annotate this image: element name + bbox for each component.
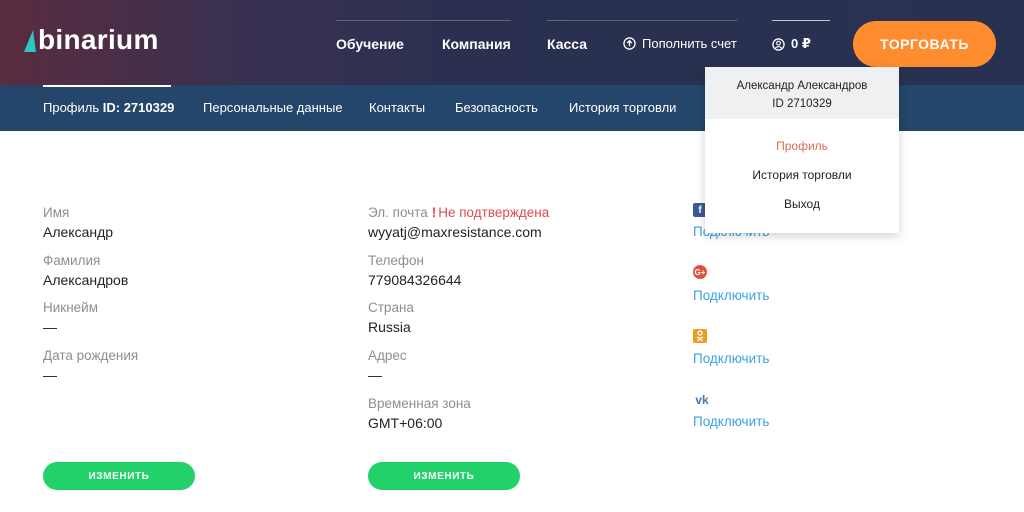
email-status[interactable]: Не подтверждена (438, 205, 549, 220)
dropdown-item-logout[interactable]: Выход (705, 197, 899, 211)
logo-text: binarium (38, 24, 159, 55)
warning-icon: ! (431, 205, 437, 220)
name-value: Александр (43, 224, 114, 240)
surname-label: Фамилия (43, 253, 101, 268)
connect-google-link[interactable]: Подключить (693, 288, 769, 303)
birthdate-label: Дата рождения (43, 348, 139, 363)
address-label: Адрес (368, 348, 407, 363)
nav-company[interactable]: Компания (442, 36, 511, 52)
edit-contacts-button[interactable]: ИЗМЕНИТЬ (368, 462, 520, 490)
tab-trading-history[interactable]: История торговли (569, 100, 676, 115)
logo[interactable]: binarium (24, 24, 159, 56)
user-dropdown-menu: Александр Александров ID 2710329 Профиль… (705, 67, 899, 233)
connect-odnoklassniki-link[interactable]: Подключить (693, 351, 769, 366)
surname-value: Александров (43, 272, 129, 288)
nav-divider-line (336, 20, 511, 21)
dropdown-user-info: Александр Александров ID 2710329 (705, 67, 899, 119)
nickname-value: — (43, 319, 57, 335)
dropdown-item-profile[interactable]: Профиль (705, 139, 899, 153)
edit-personal-button[interactable]: ИЗМЕНИТЬ (43, 462, 195, 490)
user-circle-icon (772, 37, 785, 51)
country-value: Russia (368, 319, 411, 335)
tab-profile-id: ID: 2710329 (102, 100, 175, 115)
nickname-label: Никнейм (43, 300, 98, 315)
email-label-text: Эл. почта (368, 205, 428, 220)
timezone-label: Временная зона (368, 396, 471, 411)
trade-button[interactable]: ТОРГОВАТЬ (853, 21, 996, 67)
tab-security[interactable]: Безопасность (455, 100, 538, 115)
nav-divider-line (772, 20, 830, 21)
connect-vk-link[interactable]: Подключить (693, 414, 769, 429)
active-tab-indicator (43, 85, 171, 87)
tab-profile-prefix: Профиль (43, 100, 100, 115)
tab-personal-data[interactable]: Персональные данные (203, 100, 343, 115)
dropdown-item-trading-history[interactable]: История торговли (705, 168, 899, 182)
email-value: wyyatj@maxresistance.com (368, 224, 542, 240)
country-label: Страна (368, 300, 414, 315)
tab-profile[interactable]: Профиль ID: 2710329 (43, 100, 174, 115)
nav-cashier[interactable]: Касса (547, 36, 587, 52)
odnoklassniki-glyph (696, 330, 704, 342)
google-plus-icon: G+ (693, 265, 707, 279)
arrow-up-circle-icon (623, 37, 636, 50)
email-label: Эл. почта! Не подтверждена (368, 205, 549, 220)
nav-divider-line (547, 20, 737, 21)
balance-value: 0 ₽ (791, 36, 811, 51)
balance-menu[interactable]: 0 ₽ (772, 36, 811, 52)
vk-icon: vk (695, 393, 709, 407)
birthdate-value: — (43, 367, 57, 383)
phone-value: 779084326644 (368, 272, 462, 288)
address-value: — (368, 367, 382, 383)
dropdown-user-id: ID 2710329 (772, 98, 832, 110)
name-label: Имя (43, 205, 70, 220)
odnoklassniki-icon (693, 329, 707, 343)
tab-contacts[interactable]: Контакты (369, 100, 425, 115)
timezone-value: GMT+06:00 (368, 415, 443, 431)
logo-mark-icon (24, 30, 36, 52)
deposit-label: Пополнить счет (642, 36, 737, 51)
phone-label: Телефон (368, 253, 425, 268)
dropdown-user-name: Александр Александров (736, 80, 868, 92)
deposit-link[interactable]: Пополнить счет (623, 36, 737, 51)
nav-education[interactable]: Обучение (336, 36, 404, 52)
